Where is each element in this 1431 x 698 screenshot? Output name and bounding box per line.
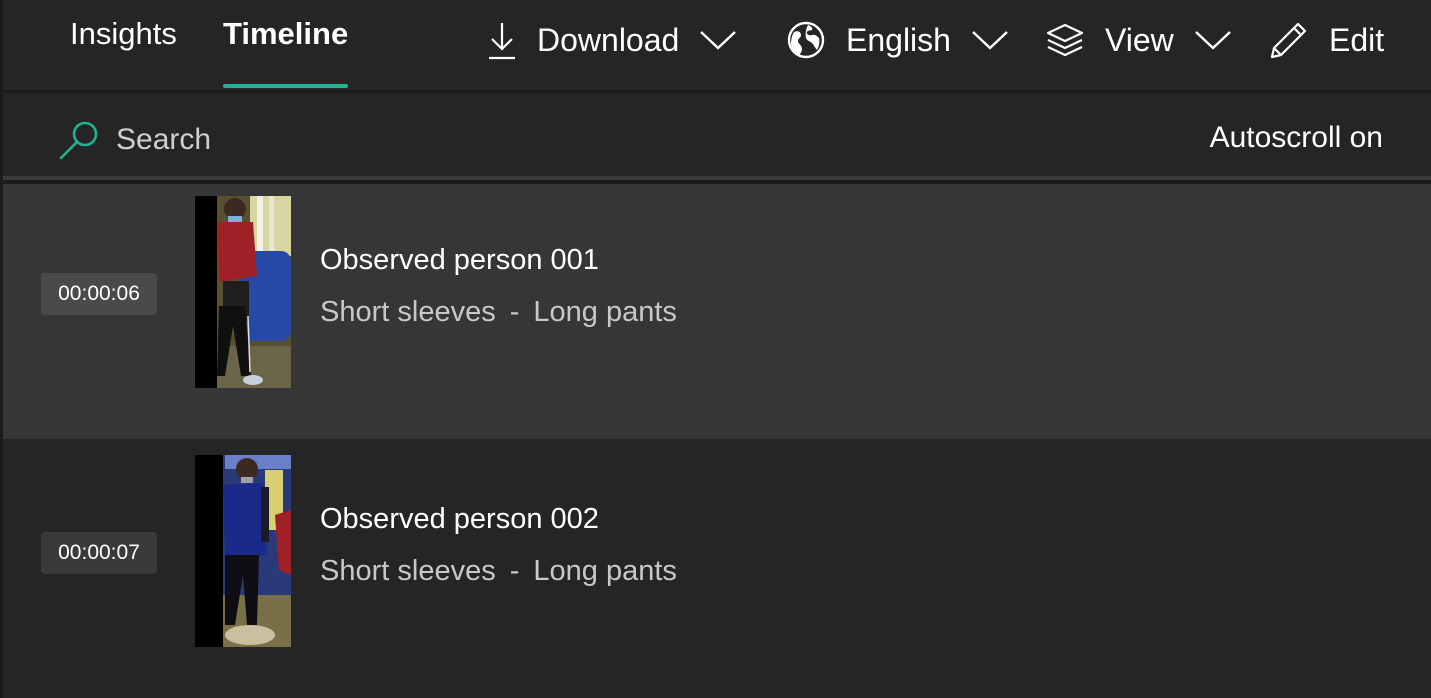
item-attributes: Short sleeves - Long pants [320,555,677,588]
attribute-tag: Short sleeves [320,555,496,587]
item-title: Observed person 001 [320,244,599,276]
view-button[interactable]: View [1045,16,1232,64]
search-input[interactable] [116,118,616,162]
download-icon [487,20,517,60]
attribute-tag: Short sleeves [320,296,496,328]
timestamp-badge[interactable]: 00:00:07 [41,532,157,574]
top-bar: Insights Timeline Download English View … [3,0,1431,93]
language-selector[interactable]: English [786,16,1009,64]
tab-insights-label: Insights [70,16,177,51]
search-icon [58,119,102,166]
item-title: Observed person 002 [320,503,599,535]
view-label: View [1105,21,1174,58]
tab-timeline[interactable]: Timeline [223,14,349,90]
download-button[interactable]: Download [487,16,737,64]
chevron-down-icon [699,29,737,51]
active-tab-indicator [223,84,349,88]
person-thumbnail [195,196,291,388]
attribute-separator: - [509,296,520,328]
tab-timeline-label: Timeline [223,16,349,51]
globe-icon [786,20,826,60]
edit-button[interactable]: Edit [1269,16,1384,64]
item-attributes: Short sleeves - Long pants [320,296,677,329]
tab-insights[interactable]: Insights [70,14,177,90]
pencil-icon [1269,20,1309,60]
person-thumbnail [195,455,291,647]
timeline-list: 00:00:06 Observed person 001 Short sleev… [3,184,1431,698]
edit-label: Edit [1329,21,1385,58]
language-label: English [846,21,951,58]
timestamp-badge[interactable]: 00:00:06 [41,273,157,315]
app-window: Insights Timeline Download English View … [0,0,1431,698]
layers-icon [1045,22,1085,58]
chevron-down-icon [971,29,1009,51]
chevron-down-icon [1194,29,1232,51]
attribute-tag: Long pants [533,296,677,328]
autoscroll-toggle[interactable]: Autoscroll on [1210,121,1383,155]
search-bar: Autoscroll on [3,96,1431,180]
list-item[interactable]: 00:00:06 Observed person 001 Short sleev… [3,184,1431,439]
list-item[interactable]: 00:00:07 Observed person 002 Short sleev… [3,439,1431,698]
attribute-separator: - [509,555,520,587]
download-label: Download [537,21,680,58]
attribute-tag: Long pants [533,555,677,587]
